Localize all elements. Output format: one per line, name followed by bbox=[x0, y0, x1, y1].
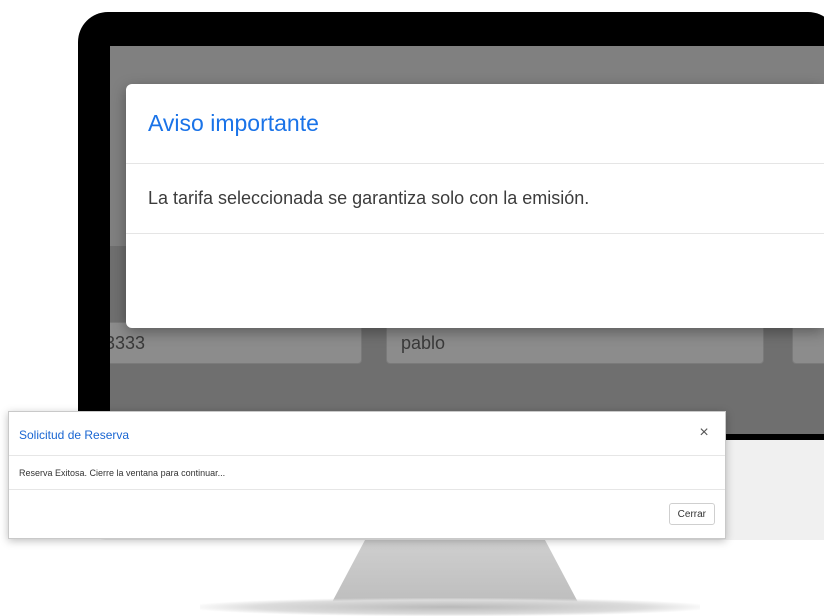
reservation-dialog-header: Solicitud de Reserva × bbox=[9, 412, 725, 456]
close-button[interactable]: Cerrar bbox=[668, 503, 715, 525]
background-field-2[interactable]: pablo bbox=[386, 322, 764, 364]
reservation-dialog-title: Solicitud de Reserva bbox=[19, 428, 130, 442]
reservation-dialog-body: Reserva Exitosa. Cierre la ventana para … bbox=[9, 456, 725, 490]
dialog-message: La tarifa seleccionada se garantiza solo… bbox=[148, 188, 590, 208]
reservation-dialog: Solicitud de Reserva × Reserva Exitosa. … bbox=[8, 411, 726, 539]
reservation-dialog-footer: Cerrar bbox=[9, 490, 725, 538]
reservation-dialog-message: Reserva Exitosa. Cierre la ventana para … bbox=[19, 468, 226, 478]
dialog-header: Aviso importante bbox=[126, 84, 824, 164]
background-field-3[interactable] bbox=[792, 322, 824, 364]
background-field-1[interactable]: 33333 bbox=[110, 322, 362, 364]
close-icon[interactable]: × bbox=[695, 424, 713, 442]
dialog-body: La tarifa seleccionada se garantiza solo… bbox=[126, 164, 824, 234]
dialog-title: Aviso importante bbox=[148, 110, 319, 136]
monitor-stand-base bbox=[200, 598, 700, 616]
monitor-stand bbox=[330, 540, 580, 606]
important-notice-dialog: Aviso importante La tarifa seleccionada … bbox=[126, 84, 824, 328]
